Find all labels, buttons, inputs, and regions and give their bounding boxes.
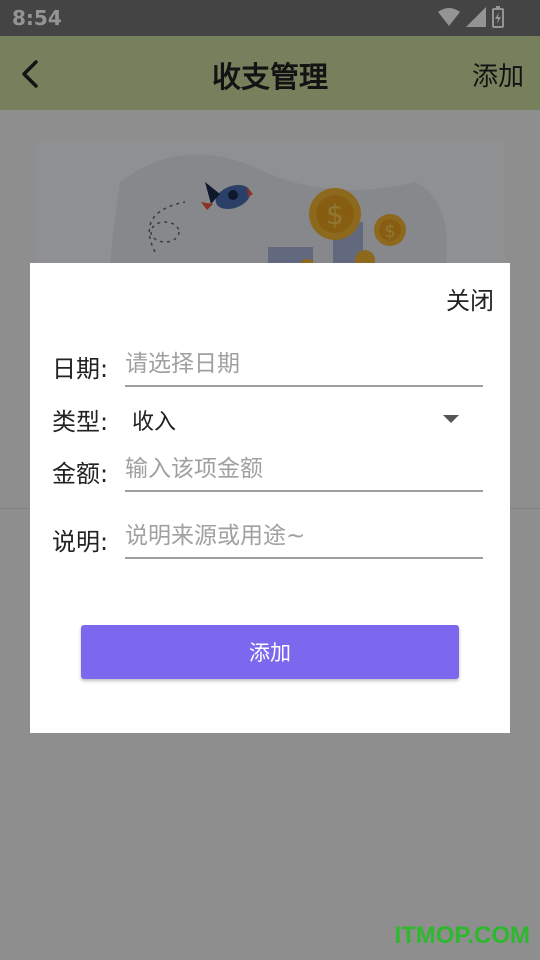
note-label: 说明:	[52, 528, 109, 556]
amount-label: 金额:	[52, 460, 109, 488]
date-field[interactable]	[125, 343, 483, 387]
close-button[interactable]: 关闭	[446, 281, 494, 316]
watermark: ITMOP.COM	[394, 922, 530, 949]
type-label: 类型:	[52, 408, 109, 436]
dropdown-arrow-icon	[443, 415, 459, 423]
type-dropdown[interactable]	[125, 397, 483, 441]
add-entry-dialog: 关闭 日期: 类型: 收入 金额: 说明: 添加	[30, 263, 510, 733]
note-field[interactable]	[125, 515, 483, 559]
type-selected-value: 收入	[132, 410, 177, 435]
date-label: 日期:	[52, 355, 109, 383]
submit-add-button[interactable]: 添加	[81, 625, 459, 679]
amount-field[interactable]	[125, 448, 483, 492]
